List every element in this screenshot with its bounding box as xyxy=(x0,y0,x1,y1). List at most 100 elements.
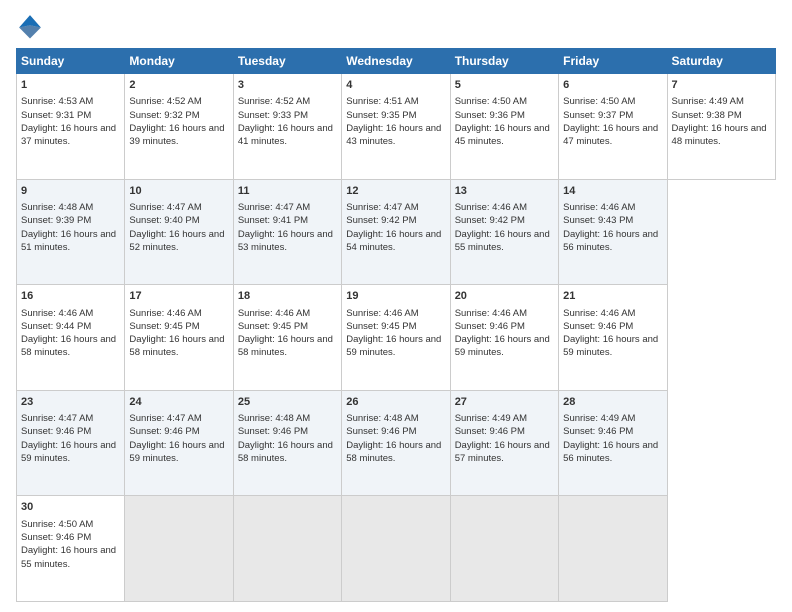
sunrise-text: Sunrise: 4:47 AM xyxy=(129,413,201,424)
page: SundayMondayTuesdayWednesdayThursdayFrid… xyxy=(0,0,792,612)
sunset-text: Sunset: 9:40 PM xyxy=(129,215,199,226)
daylight-text: Daylight: 16 hours and 59 minutes. xyxy=(563,334,658,358)
day-cell: 17 Sunrise: 4:46 AM Sunset: 9:45 PM Dayligh… xyxy=(125,285,233,391)
day-number: 10 xyxy=(129,184,228,199)
calendar-table: SundayMondayTuesdayWednesdayThursdayFrid… xyxy=(16,48,776,602)
header-cell-monday: Monday xyxy=(125,49,233,74)
sunset-text: Sunset: 9:41 PM xyxy=(238,215,308,226)
daylight-text: Daylight: 16 hours and 59 minutes. xyxy=(455,334,550,358)
daylight-text: Daylight: 16 hours and 58 minutes. xyxy=(346,440,441,464)
logo xyxy=(16,12,48,40)
sunrise-text: Sunrise: 4:53 AM xyxy=(21,96,93,107)
sunset-text: Sunset: 9:43 PM xyxy=(563,215,633,226)
sunrise-text: Sunrise: 4:46 AM xyxy=(563,202,635,213)
day-number: 26 xyxy=(346,395,445,410)
sunrise-text: Sunrise: 4:47 AM xyxy=(346,202,418,213)
sunset-text: Sunset: 9:32 PM xyxy=(129,110,199,121)
day-cell: 26Sunrise: 4:48 AMSunset: 9:46 PMDayligh… xyxy=(342,390,450,496)
day-number: 28 xyxy=(563,395,662,410)
day-cell xyxy=(125,496,233,602)
sunset-text: Sunset: 9:44 PM xyxy=(21,321,91,332)
daylight-text: Daylight: 16 hours and 58 minutes. xyxy=(21,334,116,358)
header-cell-saturday: Saturday xyxy=(667,49,775,74)
day-cell: 24Sunrise: 4:47 AMSunset: 9:46 PMDayligh… xyxy=(125,390,233,496)
day-number: 30 xyxy=(21,500,120,515)
day-number: 7 xyxy=(672,78,771,93)
day-number: 14 xyxy=(563,184,662,199)
sunset-text: Sunset: 9:39 PM xyxy=(21,215,91,226)
sunset-text: Sunset: 9:42 PM xyxy=(455,215,525,226)
sunset-text: Sunset: 9:37 PM xyxy=(563,110,633,121)
day-number: 16 xyxy=(21,289,120,304)
sunrise-text: Sunrise: 4:50 AM xyxy=(455,96,527,107)
week-row-3: 16 Sunrise: 4:46 AM Sunset: 9:44 PM Dayligh… xyxy=(17,285,776,391)
sunrise-text: Sunrise: 4:49 AM xyxy=(563,413,635,424)
day-cell: 11Sunrise: 4:47 AMSunset: 9:41 PMDayligh… xyxy=(233,179,341,285)
sunset-text: Sunset: 9:46 PM xyxy=(346,426,416,437)
daylight-text: Daylight: 16 hours and 55 minutes. xyxy=(455,229,550,253)
daylight-text: Daylight: 16 hours and 57 minutes. xyxy=(455,440,550,464)
day-number: 21 xyxy=(563,289,662,304)
sunset-text: Sunset: 9:46 PM xyxy=(21,532,91,543)
day-cell: 25Sunrise: 4:48 AMSunset: 9:46 PMDayligh… xyxy=(233,390,341,496)
day-cell: 12Sunrise: 4:47 AMSunset: 9:42 PMDayligh… xyxy=(342,179,450,285)
day-cell: 14Sunrise: 4:46 AMSunset: 9:43 PMDayligh… xyxy=(559,179,667,285)
sunrise-text: Sunrise: 4:50 AM xyxy=(563,96,635,107)
calendar-header: SundayMondayTuesdayWednesdayThursdayFrid… xyxy=(17,49,776,74)
day-cell: 20Sunrise: 4:46 AMSunset: 9:46 PMDayligh… xyxy=(450,285,558,391)
daylight-text: Daylight: 16 hours and 53 minutes. xyxy=(238,229,333,253)
daylight-text: Daylight: 16 hours and 58 minutes. xyxy=(129,334,224,358)
day-cell: 30Sunrise: 4:50 AMSunset: 9:46 PMDayligh… xyxy=(17,496,125,602)
day-number: 25 xyxy=(238,395,337,410)
day-number: 23 xyxy=(21,395,120,410)
sunrise-text: Sunrise: 4:46 AM xyxy=(563,308,635,319)
daylight-text: Daylight: 16 hours and 48 minutes. xyxy=(672,123,767,147)
sunrise-text: Sunrise: 4:47 AM xyxy=(238,202,310,213)
week-row-5: 30Sunrise: 4:50 AMSunset: 9:46 PMDayligh… xyxy=(17,496,776,602)
day-number: 19 xyxy=(346,289,445,304)
day-cell: 19Sunrise: 4:46 AMSunset: 9:45 PMDayligh… xyxy=(342,285,450,391)
daylight-text: Daylight: 16 hours and 52 minutes. xyxy=(129,229,224,253)
day-cell: 3Sunrise: 4:52 AMSunset: 9:33 PMDaylight… xyxy=(233,74,341,180)
daylight-text: Daylight: 16 hours and 51 minutes. xyxy=(21,229,116,253)
daylight-text: Daylight: 16 hours and 41 minutes. xyxy=(238,123,333,147)
daylight-text: Daylight: 16 hours and 47 minutes. xyxy=(563,123,658,147)
daylight-text: Daylight: 16 hours and 37 minutes. xyxy=(21,123,116,147)
sunrise-text: Sunrise: 4:49 AM xyxy=(455,413,527,424)
sunset-text: Sunset: 9:45 PM xyxy=(129,321,199,332)
sunrise-text: Sunrise: 4:48 AM xyxy=(21,202,93,213)
day-number: 27 xyxy=(455,395,554,410)
day-number: 20 xyxy=(455,289,554,304)
sunrise-text: Sunrise: 4:52 AM xyxy=(238,96,310,107)
day-number: 3 xyxy=(238,78,337,93)
daylight-text: Daylight: 16 hours and 56 minutes. xyxy=(563,440,658,464)
sunrise-text: Sunrise: 4:46 AM xyxy=(238,308,310,319)
day-cell: 9Sunrise: 4:48 AMSunset: 9:39 PMDaylight… xyxy=(17,179,125,285)
daylight-text: Daylight: 16 hours and 55 minutes. xyxy=(21,545,116,569)
sunrise-text: Sunrise: 4:46 AM xyxy=(455,308,527,319)
sunrise-text: Sunrise: 4:46 AM xyxy=(129,308,201,319)
daylight-text: Daylight: 16 hours and 43 minutes. xyxy=(346,123,441,147)
sunset-text: Sunset: 9:38 PM xyxy=(672,110,742,121)
sunset-text: Sunset: 9:42 PM xyxy=(346,215,416,226)
sunset-text: Sunset: 9:46 PM xyxy=(129,426,199,437)
day-number: 17 xyxy=(129,289,228,304)
day-cell: 13Sunrise: 4:46 AMSunset: 9:42 PMDayligh… xyxy=(450,179,558,285)
daylight-text: Daylight: 16 hours and 58 minutes. xyxy=(238,440,333,464)
sunrise-text: Sunrise: 4:52 AM xyxy=(129,96,201,107)
day-cell: 18Sunrise: 4:46 AMSunset: 9:45 PMDayligh… xyxy=(233,285,341,391)
sunset-text: Sunset: 9:46 PM xyxy=(563,321,633,332)
sunrise-text: Sunrise: 4:46 AM xyxy=(346,308,418,319)
header-cell-friday: Friday xyxy=(559,49,667,74)
daylight-text: Daylight: 16 hours and 59 minutes. xyxy=(129,440,224,464)
day-cell xyxy=(450,496,558,602)
day-cell: 28Sunrise: 4:49 AMSunset: 9:46 PMDayligh… xyxy=(559,390,667,496)
sunrise-text: Sunrise: 4:48 AM xyxy=(238,413,310,424)
daylight-text: Daylight: 16 hours and 45 minutes. xyxy=(455,123,550,147)
day-cell: 21 Sunrise: 4:46 AM Sunset: 9:46 PM Dayligh… xyxy=(559,285,667,391)
day-number: 18 xyxy=(238,289,337,304)
week-row-1: 1Sunrise: 4:53 AMSunset: 9:31 PMDaylight… xyxy=(17,74,776,180)
day-number: 2 xyxy=(129,78,228,93)
logo-icon xyxy=(16,12,44,40)
sunrise-text: Sunrise: 4:46 AM xyxy=(21,308,93,319)
